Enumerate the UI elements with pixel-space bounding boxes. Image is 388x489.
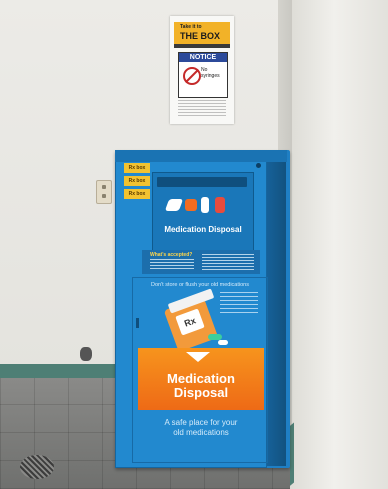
sticker-2: Rx box [124,176,150,186]
deposit-slot-panel: Medication Disposal [152,172,254,256]
notice-sign-text: No syringes [201,67,220,79]
spray-icon [215,197,225,213]
slot-title: Medication Disposal [164,225,242,234]
photo-scene: Take it to THE BOX NOTICE No syringes Rx… [0,0,388,489]
band-title-line2: Disposal [173,385,229,400]
notice-brand-main: THE BOX [180,31,221,41]
side-wall [290,0,388,489]
notice-brand-top: Take it to [180,24,202,30]
vial-icon [201,197,209,213]
down-arrow-icon [186,352,210,362]
floor-drain [20,455,54,479]
pill-icon-2 [218,340,228,345]
wall-outlet [96,180,112,204]
bottle-icon [185,199,197,211]
notice-heading: NOTICE [179,53,227,62]
accepted-items-panel: What's accepted? [142,250,260,274]
accepted-title: What's accepted? [150,252,193,258]
no-syringe-icon [183,67,201,85]
band-title-line1: Medication [167,371,235,386]
band-title: Medication Disposal [138,372,264,400]
floor-cable [80,347,92,361]
posted-notice: Take it to THE BOX NOTICE No syringes [170,16,234,124]
sticker-1: Rx box [124,163,150,173]
accepted-right-list [202,254,254,270]
accepted-left-text [150,259,194,271]
sticker-3: Rx box [124,189,150,199]
door-bullet-list [220,292,258,316]
notice-strip [174,44,230,48]
bin-top [115,150,287,162]
deposit-slot[interactable] [157,177,247,187]
door-caption: Don't store or flush your old medication… [151,282,249,288]
door-handle[interactable] [136,318,139,328]
notice-box: NOTICE No syringes [178,52,228,98]
medication-icons [164,195,237,217]
pill-pack-icon [164,199,184,211]
notice-fine-print [178,100,226,116]
bin-tagline: A safe place for your old medications [138,418,264,438]
tagline-line1: A safe place for your [164,418,238,427]
notice-brand-banner: Take it to THE BOX [174,22,230,44]
tagline-line2: old medications [173,428,229,437]
lock-screw [256,163,261,168]
